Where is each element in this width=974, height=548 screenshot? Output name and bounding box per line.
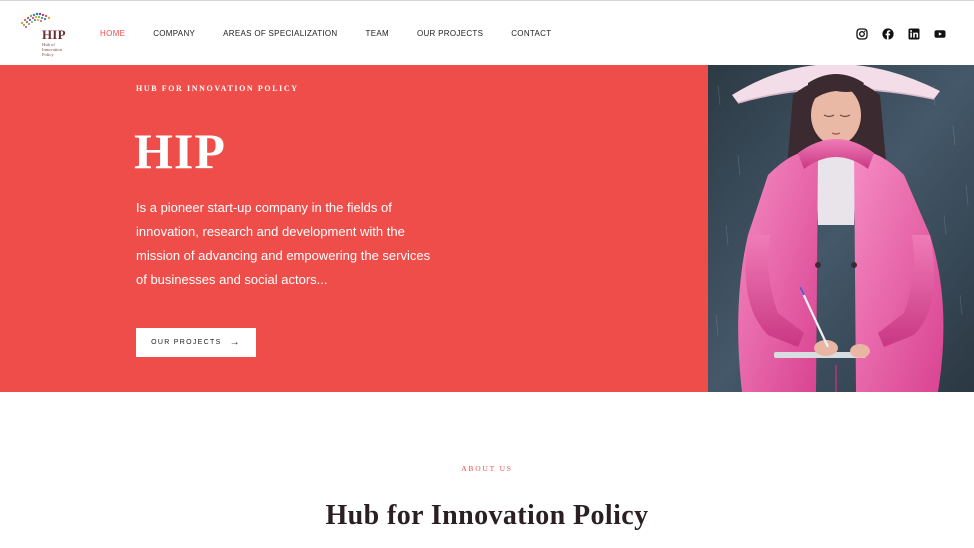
our-projects-button[interactable]: OUR PROJECTS → [136,328,256,357]
hero-description: Is a pioneer start-up company in the fie… [136,200,431,287]
nav-item-team[interactable]: TEAM [366,28,389,40]
linkedin-icon[interactable] [908,27,920,40]
main-nav: HOME COMPANY AREAS OF SPECIALIZATION TEA… [100,28,579,40]
nav-item-areas-of-specialization[interactable]: AREAS OF SPECIALIZATION [223,28,337,40]
hero-title: HIP [134,123,226,179]
hero-kicker: HUB FOR INNOVATION POLICY [136,84,299,93]
nav-item-contact[interactable]: CONTACT [511,28,551,40]
social-links [856,27,946,40]
nav-item-company[interactable]: COMPANY [153,28,195,40]
logo-tagline: Hub of Innovation Policy [42,42,62,58]
hero-section: HUB FOR INNOVATION POLICY HIP Is a pione… [0,65,708,392]
site-logo[interactable]: HIP Hub of Innovation Policy [18,9,70,59]
site-header: HIP Hub of Innovation Policy HOME COMPAN… [0,1,974,65]
about-title: Hub for Innovation Policy [325,500,649,531]
arrow-right-icon: → [229,336,241,348]
our-projects-button-label: OUR PROJECTS [151,339,222,346]
about-kicker: ABOUT US [461,464,513,473]
nav-item-home[interactable]: HOME [100,28,125,40]
hero-illustration [708,65,974,392]
logo-wordmark: HIP [42,27,66,42]
nav-item-our-projects[interactable]: OUR PROJECTS [417,28,483,40]
facebook-icon[interactable] [882,27,894,40]
youtube-icon[interactable] [934,27,946,39]
instagram-icon[interactable] [856,27,868,40]
